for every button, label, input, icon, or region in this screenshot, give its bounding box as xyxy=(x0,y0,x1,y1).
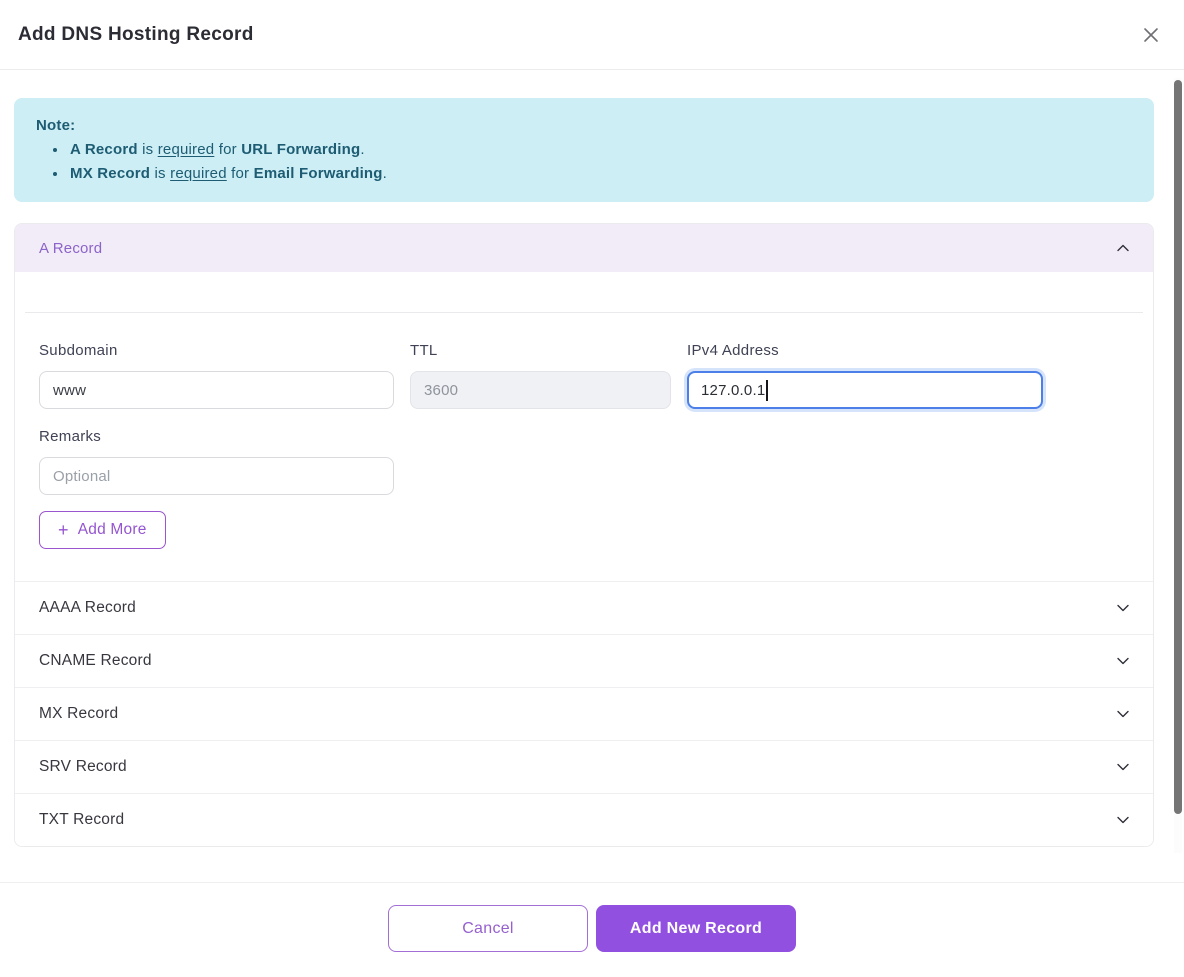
modal-body: Note: A Record is required for URL Forwa… xyxy=(0,98,1184,883)
note-text: for xyxy=(227,165,254,182)
note-required-underline: required xyxy=(158,141,215,158)
chevron-down-icon xyxy=(1115,653,1131,669)
scrollbar-thumb[interactable] xyxy=(1174,80,1182,814)
accordion-label: CNAME Record xyxy=(39,652,152,670)
accordion-label: TXT Record xyxy=(39,811,124,829)
add-more-button[interactable]: + Add More xyxy=(39,511,166,549)
remarks-input[interactable] xyxy=(39,457,394,495)
panel-divider xyxy=(25,312,1143,313)
record-accordion: A Record Subdomain TTL IPv4 Address xyxy=(14,223,1154,847)
modal-title: Add DNS Hosting Record xyxy=(18,24,254,46)
accordion-item-aaaa-record[interactable]: AAAA Record xyxy=(15,581,1153,634)
text-caret xyxy=(766,380,768,401)
accordion-item-mx-record[interactable]: MX Record xyxy=(15,687,1153,740)
note-feature: Email Forwarding xyxy=(254,165,383,182)
accordion-label: SRV Record xyxy=(39,758,127,776)
note-item-a-record: A Record is required for URL Forwarding. xyxy=(68,138,1132,162)
ttl-field: TTL xyxy=(410,342,671,409)
ipv4-value: 127.0.0.1 xyxy=(701,382,765,399)
ttl-label: TTL xyxy=(410,342,671,359)
chevron-down-icon xyxy=(1115,706,1131,722)
note-required-underline: required xyxy=(170,165,227,182)
note-feature: URL Forwarding xyxy=(241,141,360,158)
note-term: A Record xyxy=(70,141,138,158)
scrollbar-track[interactable] xyxy=(1174,78,1182,853)
subdomain-input[interactable] xyxy=(39,371,394,409)
modal-footer: Cancel Add New Record xyxy=(0,883,1184,977)
note-text: is xyxy=(150,165,170,182)
accordion-label: AAAA Record xyxy=(39,599,136,617)
remarks-label: Remarks xyxy=(39,428,394,445)
accordion-label-a-record: A Record xyxy=(39,240,102,257)
add-more-label: Add More xyxy=(78,521,147,539)
a-record-panel: Subdomain TTL IPv4 Address 127.0.0.1 xyxy=(15,312,1153,581)
close-button[interactable] xyxy=(1136,20,1166,50)
remarks-field: Remarks xyxy=(39,428,394,495)
subdomain-label: Subdomain xyxy=(39,342,394,359)
chevron-down-icon xyxy=(1115,600,1131,616)
plus-icon: + xyxy=(58,521,69,539)
close-icon xyxy=(1141,25,1161,45)
accordion-item-cname-record[interactable]: CNAME Record xyxy=(15,634,1153,687)
note-box: Note: A Record is required for URL Forwa… xyxy=(14,98,1154,202)
note-text: . xyxy=(360,141,364,158)
subdomain-field: Subdomain xyxy=(39,342,394,409)
ipv4-field: IPv4 Address 127.0.0.1 xyxy=(687,342,1043,409)
note-term: MX Record xyxy=(70,165,150,182)
modal-header: Add DNS Hosting Record xyxy=(0,0,1184,70)
ipv4-input[interactable]: 127.0.0.1 xyxy=(687,371,1043,409)
note-text: . xyxy=(383,165,387,182)
chevron-down-icon xyxy=(1115,759,1131,775)
note-list: A Record is required for URL Forwarding.… xyxy=(36,138,1132,186)
accordion-label: MX Record xyxy=(39,705,118,723)
chevron-up-icon xyxy=(1115,240,1131,256)
accordion-item-srv-record[interactable]: SRV Record xyxy=(15,740,1153,793)
ipv4-label: IPv4 Address xyxy=(687,342,1043,359)
note-text: for xyxy=(214,141,241,158)
ttl-input xyxy=(410,371,671,409)
accordion-item-a-record[interactable]: A Record xyxy=(15,224,1153,272)
accordion-item-txt-record[interactable]: TXT Record xyxy=(15,793,1153,846)
note-text: is xyxy=(138,141,158,158)
cancel-button[interactable]: Cancel xyxy=(388,905,588,952)
note-heading: Note: xyxy=(36,114,1132,138)
chevron-down-icon xyxy=(1115,812,1131,828)
note-item-mx-record: MX Record is required for Email Forwardi… xyxy=(68,162,1132,186)
add-new-record-button[interactable]: Add New Record xyxy=(596,905,796,952)
